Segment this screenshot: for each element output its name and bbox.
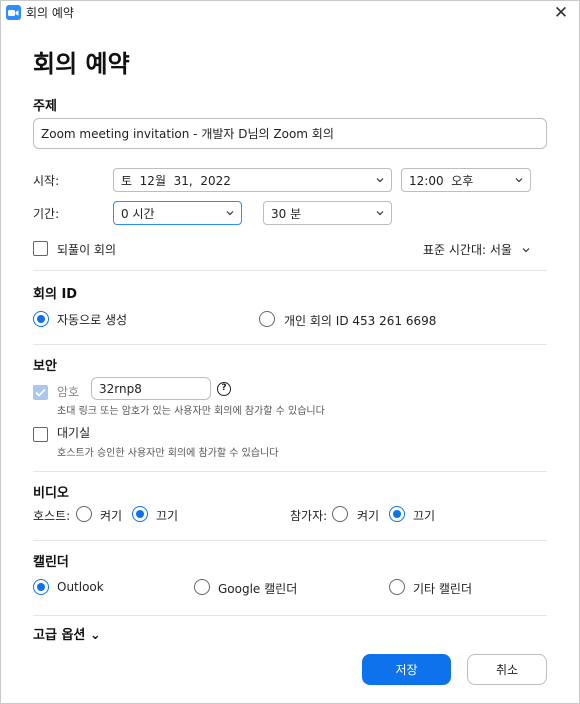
chevron-down-icon [515,178,523,183]
duration-minutes-value: 30 분 [271,206,302,221]
timezone-dropdown[interactable]: 표준 시간대: 서울 [423,241,530,258]
video-participant-off-radio[interactable] [389,506,405,522]
chevron-down-icon [376,211,384,216]
passcode-label: 암호 [57,385,80,399]
video-host-on-label: 켜기 [100,509,123,523]
video-host-on-radio[interactable] [76,506,92,522]
video-host-off-radio[interactable] [132,506,148,522]
video-section-title: 비디오 [33,486,69,501]
topic-input[interactable]: Zoom meeting invitation - 개발자 D님의 Zoom 회… [33,118,547,149]
cancel-button[interactable]: 취소 [467,654,547,685]
video-participant-off-label: 끄기 [413,509,436,523]
waiting-room-hint: 호스트가 승인한 사용자만 회의에 참가할 수 있습니다 [57,448,279,459]
topic-label: 주제 [33,99,57,114]
start-date-select[interactable]: 토 12월 31, 2022 [113,168,392,192]
divider [33,615,547,616]
start-label: 시작: [33,174,60,188]
calendar-section-title: 캘린더 [33,555,69,570]
page-title: 회의 예약 [33,50,130,78]
calendar-google-label: Google 캘린더 [218,582,298,596]
window-title: 회의 예약 [26,6,74,20]
chevron-down-icon [522,248,530,253]
advanced-options-toggle[interactable]: 고급 옵션 ⌄ [33,624,101,643]
recurring-checkbox[interactable] [33,241,48,256]
passcode-checkbox [33,385,48,400]
video-participant-on-radio[interactable] [332,506,348,522]
meeting-id-auto-radio[interactable] [33,311,49,327]
calendar-outlook-label: Outlook [57,580,104,594]
calendar-google-radio[interactable] [194,579,210,595]
passcode-input[interactable]: 32rnp8 [91,377,211,400]
video-participant-label: 참가자: [290,509,328,523]
chevron-down-icon [226,211,234,216]
video-participant-on-label: 켜기 [357,509,380,523]
divider [33,471,547,472]
divider [33,270,547,271]
video-host-off-label: 끄기 [156,509,179,523]
duration-hours-value: 0 시간 [121,206,155,221]
waiting-room-label: 대기실 [57,426,91,440]
duration-minutes-select[interactable]: 30 분 [263,201,392,225]
start-time-value: 12:00 오후 [409,173,474,188]
meeting-id-personal-radio[interactable] [259,311,275,327]
passcode-hint: 초대 링크 또는 암호가 있는 사용자만 회의에 참가할 수 있습니다 [57,406,325,417]
chevron-down-icon [376,178,384,183]
duration-label: 기간: [33,207,60,221]
duration-hours-select[interactable]: 0 시간 [113,201,242,225]
recurring-label: 되풀이 회의 [57,243,117,257]
meeting-id-personal-label: 개인 회의 ID 453 261 6698 [284,314,437,328]
topic-input-value: Zoom meeting invitation - 개발자 D님의 Zoom 회… [41,127,334,141]
meeting-id-auto-label: 자동으로 생성 [57,313,128,327]
dialog-frame [0,0,580,704]
calendar-other-radio[interactable] [389,579,405,595]
divider [33,540,547,541]
save-button[interactable]: 저장 [362,654,451,685]
calendar-outlook-radio[interactable] [33,579,49,595]
passcode-value: 32rnp8 [99,381,142,396]
security-section-title: 보안 [33,359,57,374]
waiting-room-checkbox[interactable] [33,427,48,442]
timezone-label: 표준 시간대: 서울 [423,243,512,257]
calendar-other-label: 기타 캘린더 [413,582,473,596]
check-icon [35,388,46,397]
divider [33,344,547,345]
start-date-value: 토 12월 31, 2022 [121,173,231,188]
start-time-select[interactable]: 12:00 오후 [401,168,531,192]
video-host-label: 호스트: [33,509,71,523]
close-button[interactable]: ✕ [550,3,572,23]
meeting-id-section-title: 회의 ID [33,287,78,302]
help-icon[interactable]: ? [217,382,231,396]
zoom-camera-icon [6,5,21,20]
